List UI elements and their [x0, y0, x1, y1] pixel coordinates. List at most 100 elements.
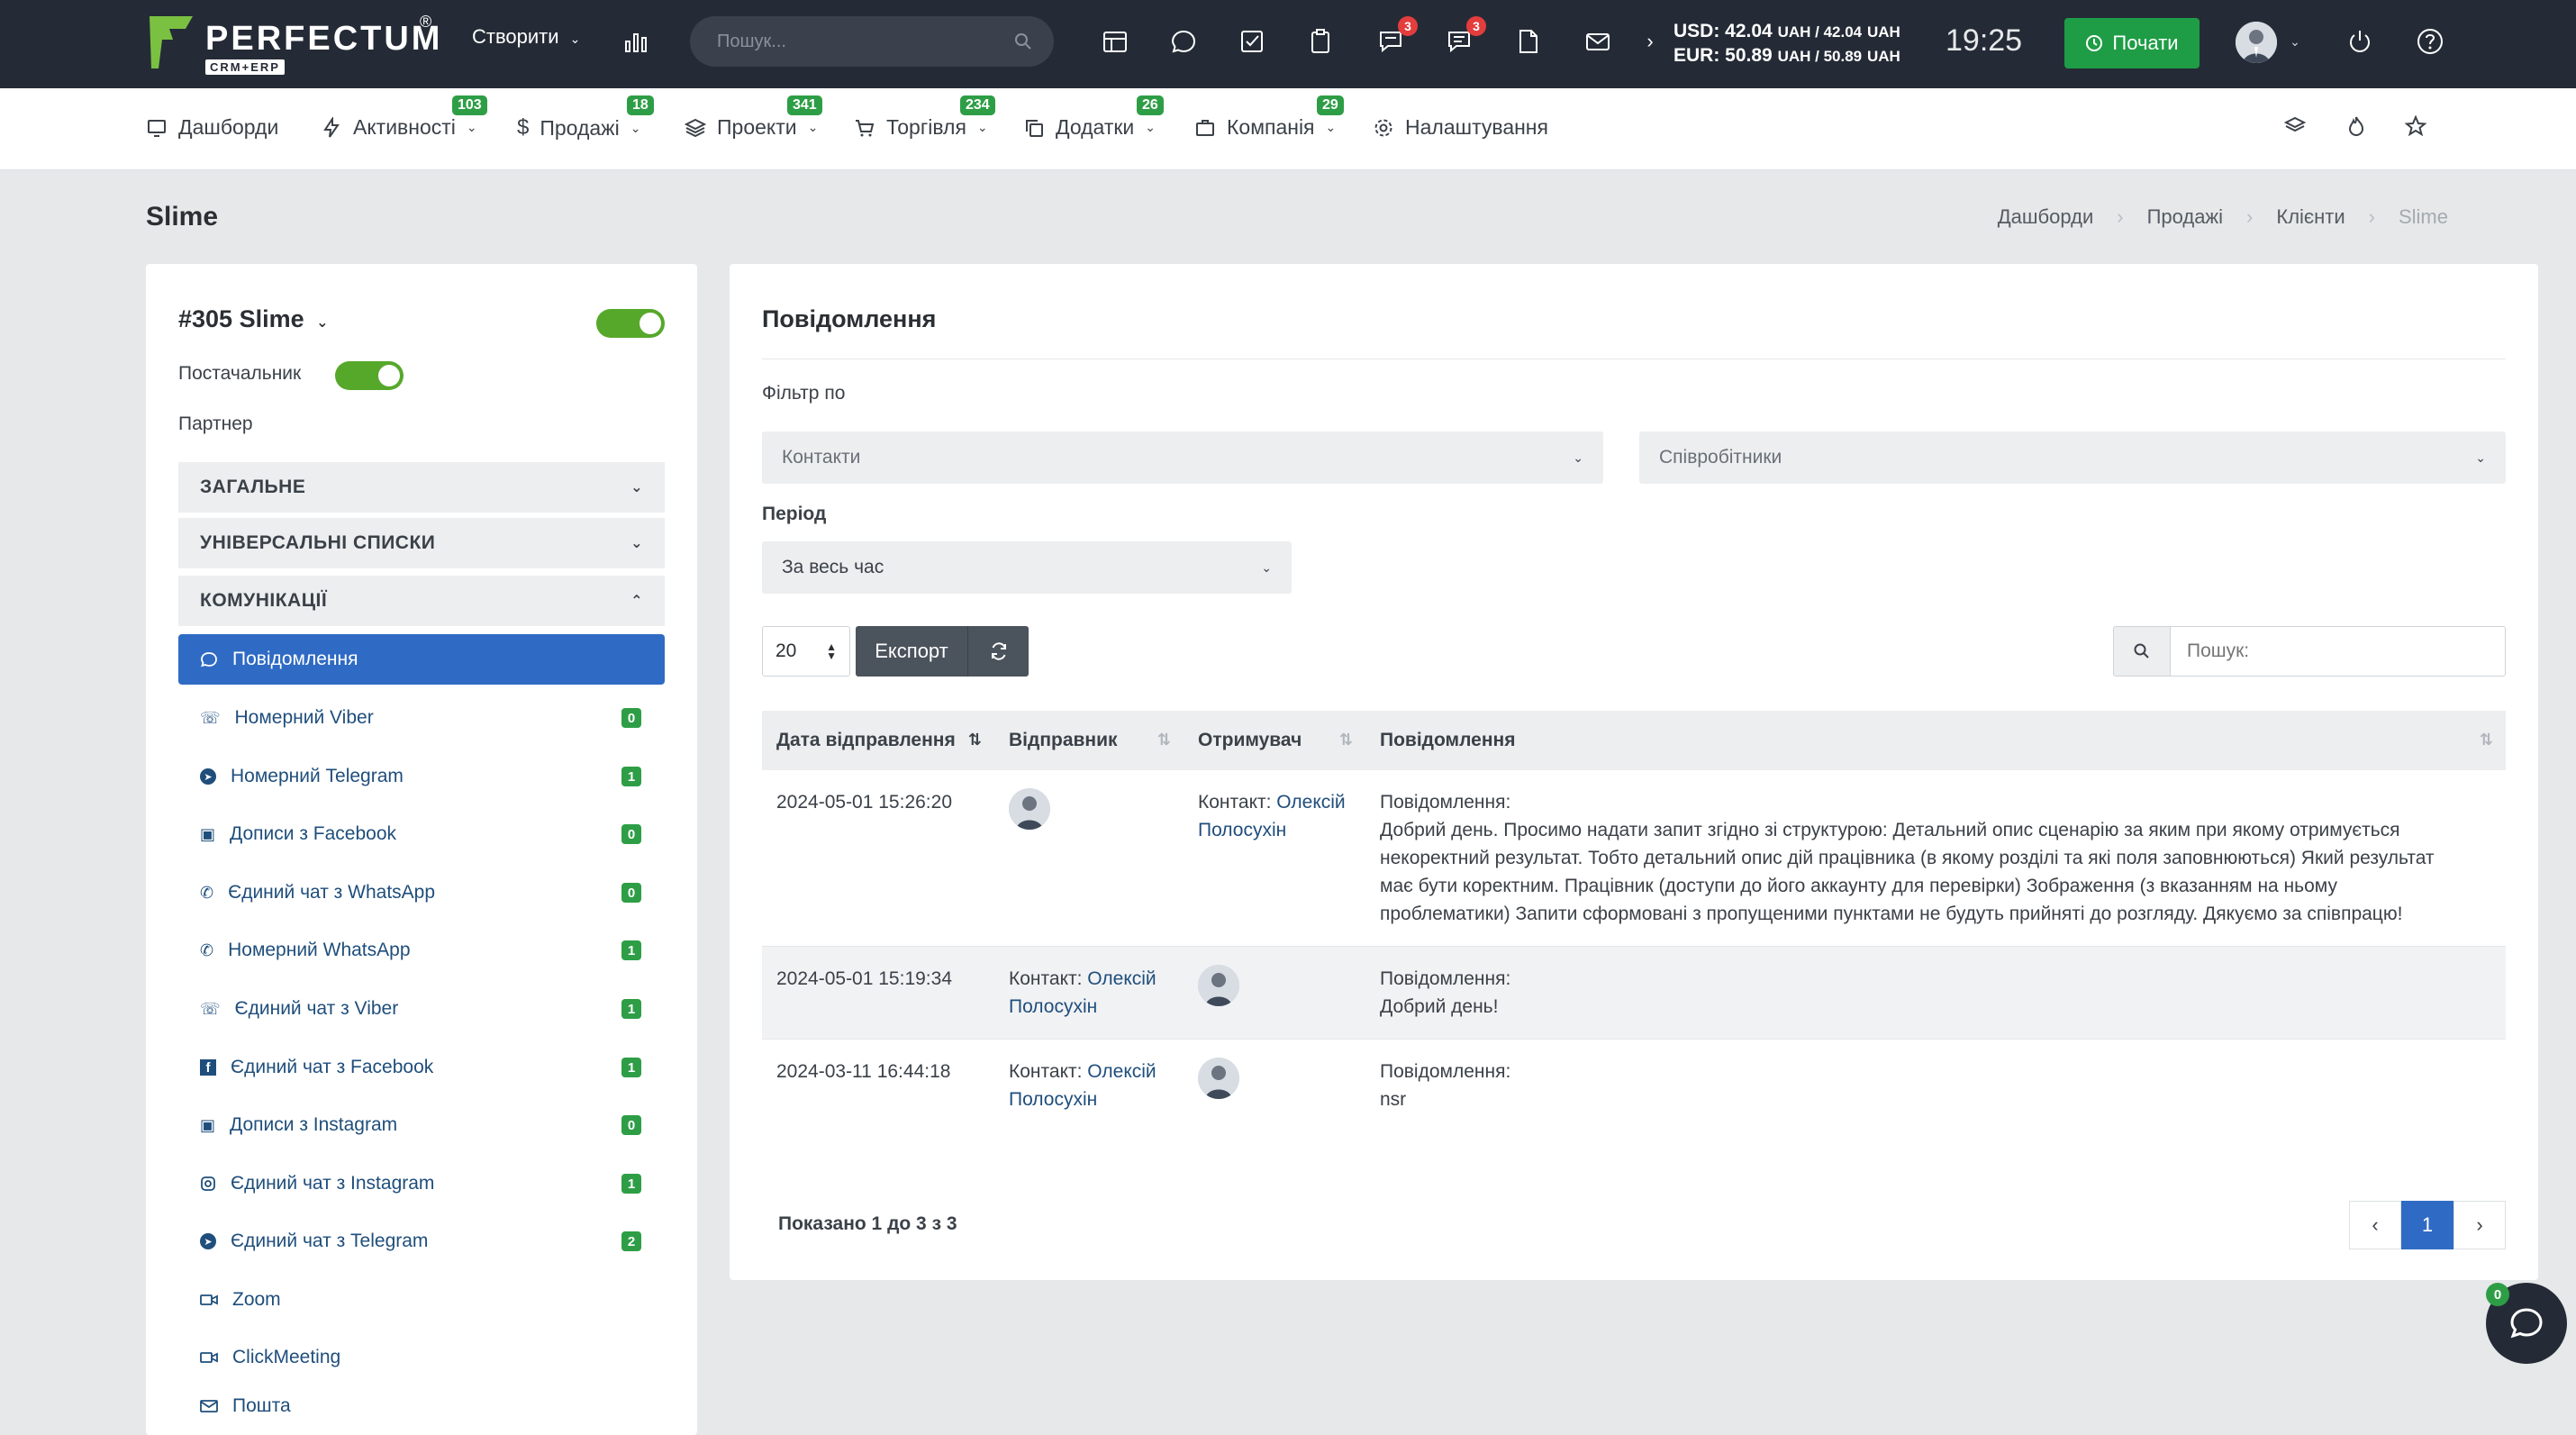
- filter-label: Фільтр по: [762, 383, 846, 404]
- comm-item-facebook-chat[interactable]: f Єдиний чат з Facebook 1: [178, 1042, 665, 1093]
- supplier-label: Постачальник: [178, 363, 302, 384]
- column-header-recipient[interactable]: Отримувач ⇅: [1184, 711, 1365, 770]
- next-page-button[interactable]: ›: [2454, 1201, 2506, 1249]
- star-icon[interactable]: [2405, 115, 2426, 137]
- page-number-button[interactable]: 1: [2401, 1201, 2454, 1249]
- pagination: ‹ 1 ›: [2349, 1201, 2506, 1249]
- comm-item-mail[interactable]: Пошта: [178, 1381, 665, 1431]
- user-avatar[interactable]: [2236, 22, 2277, 63]
- client-name-dropdown[interactable]: #305 Slime ⌄: [178, 305, 329, 333]
- tasks-checkbox-icon[interactable]: [1236, 25, 1268, 58]
- chat-icon: [201, 652, 217, 668]
- fire-icon[interactable]: [2345, 115, 2367, 137]
- contacts-filter-select[interactable]: Контакти ⌄: [762, 431, 1603, 484]
- breadcrumb-sales[interactable]: Продажі: [2147, 205, 2223, 229]
- comm-item-facebook-posts[interactable]: ▣ Дописи з Facebook 0: [178, 809, 665, 859]
- comm-item-badge: 1: [621, 999, 641, 1019]
- start-timer-button[interactable]: Почати: [2064, 18, 2200, 68]
- currency-eur: EUR: 50.89: [1673, 45, 1773, 66]
- comm-item-viber-number[interactable]: ☏ Номерний Viber 0: [178, 693, 665, 743]
- dollar-icon: $: [517, 115, 530, 140]
- document-icon[interactable]: [1511, 25, 1544, 58]
- currency-eur-tail: UAH / 50.89: [1777, 48, 1863, 65]
- comm-item-whatsapp-number[interactable]: ✆ Номерний WhatsApp 1: [178, 925, 665, 976]
- layers-icon: [685, 118, 706, 137]
- user-menu-chevron-icon[interactable]: ⌄: [2286, 25, 2304, 58]
- nav-projects[interactable]: Проекти ⌄ 341: [685, 95, 822, 140]
- nav-addons[interactable]: Додатки ⌄ 26: [1023, 95, 1164, 140]
- message-text: nsr: [1380, 1089, 1407, 1110]
- period-label: Період: [762, 504, 827, 524]
- comm-item-label: Zoom: [232, 1289, 281, 1310]
- column-header-label: Отримувач: [1198, 730, 1302, 750]
- monitor-icon: [148, 119, 166, 137]
- section-communications[interactable]: КОМУНІКАЦІЇ ⌃: [178, 576, 665, 626]
- telegram-icon: ➤: [200, 1233, 216, 1249]
- calendar-table-icon[interactable]: [1099, 25, 1131, 58]
- employees-filter-select[interactable]: Співробітники ⌄: [1639, 431, 2506, 484]
- avatar[interactable]: [1198, 1058, 1239, 1099]
- global-search-input[interactable]: [690, 16, 1054, 67]
- reports-chart-icon[interactable]: [620, 25, 652, 58]
- column-header-date[interactable]: Дата відправлення ⇅: [762, 711, 994, 770]
- breadcrumb-dashboards[interactable]: Дашборди: [1998, 205, 2093, 229]
- comm-item-instagram-posts[interactable]: ▣ Дописи з Instagram 0: [178, 1100, 665, 1150]
- power-icon[interactable]: [2344, 25, 2376, 58]
- chat-bubble-icon[interactable]: [1167, 25, 1200, 58]
- logo-registered-mark: ®: [420, 13, 432, 31]
- section-general[interactable]: ЗАГАЛЬНЕ ⌄: [178, 462, 665, 513]
- avatar[interactable]: [1198, 965, 1239, 1006]
- client-name: #305 Slime: [178, 305, 304, 332]
- refresh-button[interactable]: [968, 626, 1029, 677]
- support-chat-button[interactable]: 0: [2486, 1283, 2567, 1364]
- nav-trade[interactable]: Торгівля ⌄ 234: [854, 95, 995, 140]
- mail-icon[interactable]: [1582, 25, 1614, 58]
- nav-dashboards[interactable]: Дашборди: [146, 115, 278, 140]
- cell-message: Повідомлення: Добрий день!: [1365, 946, 2506, 1040]
- period-select[interactable]: За весь час ⌄: [762, 541, 1292, 594]
- prev-page-button[interactable]: ‹: [2349, 1201, 2401, 1249]
- nav-activities-label: Активності: [353, 115, 456, 139]
- comm-item-zoom[interactable]: Zoom: [178, 1275, 665, 1325]
- create-dropdown[interactable]: Створити ⌄: [472, 25, 580, 49]
- video-icon: [200, 1294, 218, 1305]
- messages-icon[interactable]: 3: [1443, 16, 1486, 58]
- notifications-chat-icon[interactable]: 3: [1374, 16, 1418, 58]
- section-universal-lists[interactable]: УНІВЕРСАЛЬНІ СПИСКИ ⌄: [178, 518, 665, 568]
- comm-item-badge: 1: [621, 1058, 641, 1077]
- help-icon[interactable]: [2414, 25, 2446, 58]
- clipboard-icon[interactable]: [1304, 25, 1337, 58]
- breadcrumb-clients[interactable]: Клієнти: [2276, 205, 2345, 229]
- nav-settings[interactable]: Налаштування: [1373, 115, 1548, 140]
- comm-item-viber-chat[interactable]: ☏ Єдиний чат з Viber 1: [178, 984, 665, 1034]
- nav-company[interactable]: Компанія ⌄ 29: [1194, 95, 1344, 140]
- supplier-toggle[interactable]: [335, 361, 404, 390]
- currency-rates: USD: 42.04 UAH / 42.04 UAH EUR: 50.89 UA…: [1673, 20, 1900, 68]
- search-icon[interactable]: [1007, 25, 1039, 58]
- comm-item-telegram-number[interactable]: ➤ Номерний Telegram 1: [178, 751, 665, 802]
- nav-sales[interactable]: $ Продажі ⌄ 18: [517, 95, 654, 141]
- page-size-select[interactable]: 20 ▲ ▼: [762, 626, 850, 677]
- comm-item-telegram-chat[interactable]: ➤ Єдиний чат з Telegram 2: [178, 1216, 665, 1267]
- comm-item-messages[interactable]: Повідомлення: [178, 634, 665, 685]
- client-active-toggle[interactable]: [596, 309, 665, 338]
- export-button[interactable]: Експорт: [856, 626, 967, 677]
- logo[interactable]: PERFECTUM ® CRM+ERP: [146, 13, 440, 76]
- nav-activities[interactable]: Активності ⌄ 103: [321, 95, 487, 140]
- comm-item-label: Номерний Viber: [234, 707, 374, 728]
- column-header-message[interactable]: Повідомлення ⇅: [1365, 711, 2506, 770]
- column-header-sender[interactable]: Відправник ⇅: [994, 711, 1184, 770]
- chevron-right-icon[interactable]: ›: [1641, 25, 1659, 58]
- currency-eur-line: EUR: 50.89 UAH / 50.89 UAH: [1673, 44, 1900, 68]
- panel-title: Повідомлення: [762, 305, 937, 332]
- avatar[interactable]: [1009, 788, 1050, 830]
- comm-item-whatsapp-chat[interactable]: ✆ Єдиний чат з WhatsApp 0: [178, 867, 665, 918]
- chevron-up-icon: ⌃: [630, 594, 643, 609]
- comm-item-instagram-chat[interactable]: Єдиний чат з Instagram 1: [178, 1158, 665, 1209]
- comm-item-clickmeeting[interactable]: ClickMeeting: [178, 1332, 665, 1383]
- nav-addons-label: Додатки: [1056, 115, 1135, 139]
- table-search-input[interactable]: [2171, 626, 2506, 677]
- currency-usd-line: USD: 42.04 UAH / 42.04 UAH: [1673, 20, 1900, 44]
- nav-settings-label: Налаштування: [1405, 115, 1548, 139]
- layers-toggle-icon[interactable]: [2284, 115, 2306, 137]
